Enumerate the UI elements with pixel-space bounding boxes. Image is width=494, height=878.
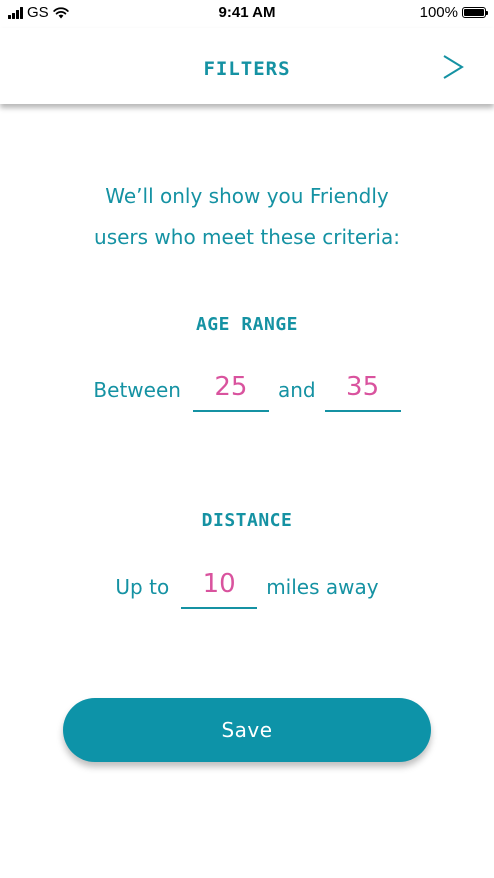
between-label: Between (93, 378, 181, 402)
status-bar: GS 9:41 AM 100% (0, 0, 494, 28)
distance-title: DISTANCE (201, 510, 293, 531)
up-to-label: Up to (115, 575, 170, 599)
max-age-field[interactable]: 35 (324, 368, 401, 412)
battery-icon (462, 7, 488, 18)
intro-line-2: users who meet these criteria: (94, 225, 400, 249)
distance-field[interactable]: 10 (181, 565, 258, 609)
page-title: FILTERS (203, 58, 291, 80)
battery-percent: 100% (419, 4, 458, 21)
status-right: 100% (419, 4, 488, 21)
age-range-title: AGE RANGE (195, 314, 299, 335)
distance-row: Up to 10 miles away (0, 565, 494, 609)
header-bar: FILTERS (0, 28, 494, 104)
min-age-field[interactable]: 25 (192, 368, 269, 412)
intro-text: We’ll only show you Friendly users who m… (0, 176, 494, 258)
chevron-right-icon[interactable] (438, 52, 468, 82)
and-label: and (277, 378, 316, 402)
miles-away-label: miles away (266, 575, 379, 599)
age-range-row: Between 25 and 35 (0, 368, 494, 412)
intro-line-1: We’ll only show you Friendly (105, 184, 389, 208)
save-button[interactable]: Save (63, 698, 431, 762)
